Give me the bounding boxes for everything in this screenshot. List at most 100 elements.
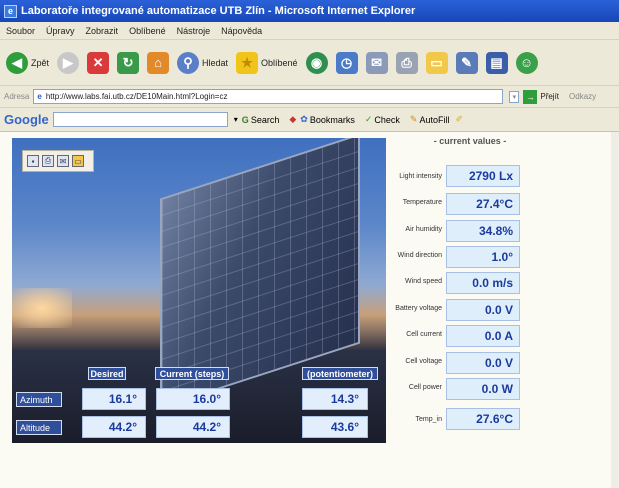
menu-favorites[interactable]: Oblíbené [129, 26, 166, 36]
azimuth-label: Azimuth [16, 392, 62, 407]
go-arrow-icon[interactable]: → [523, 89, 538, 104]
altitude-label: Altitude [16, 420, 62, 435]
forward-arrow-icon: ▶ [57, 51, 80, 74]
current-steps-header: Current (steps) [155, 367, 229, 380]
edit-icon: ✎ [455, 51, 478, 74]
home-icon: ⌂ [147, 51, 170, 74]
autofill-icon: ✎ [409, 114, 418, 124]
potentiometer-header: (potentiometer) [302, 367, 378, 380]
light-intensity-value: 2790 Lx [446, 165, 520, 187]
altitude-current-value: 44.2° [156, 416, 230, 438]
cell-power-value: 0.0 W [446, 378, 520, 400]
cell-power-label: Cell power [408, 384, 442, 391]
media-button[interactable]: ◉ [305, 51, 328, 74]
history-button[interactable]: ◷ [335, 51, 358, 74]
research-button[interactable]: ▤ [485, 51, 508, 74]
check-button[interactable]: Check [374, 115, 400, 125]
sunset-glow [12, 288, 72, 328]
wind-direction-label: Wind direction [397, 252, 442, 259]
favorites-label: Oblíbené [261, 57, 298, 68]
folder-button[interactable]: ▭ [425, 51, 448, 74]
messenger-icon: ☺ [515, 51, 538, 74]
address-url: http://www.labs.fai.utb.cz/DE10Main.html… [45, 92, 228, 101]
vertical-scrollbar[interactable] [611, 132, 619, 488]
temp-in-label: Temp_in [415, 416, 442, 423]
menu-bar: Soubor Úpravy Zobrazit Oblíbené Nástroje… [0, 22, 619, 40]
wind-speed-label: Wind speed [405, 278, 442, 285]
address-label: Adresa [4, 92, 30, 101]
azimuth-potentiometer-value: 14.3° [302, 388, 368, 410]
desired-header: Desired [88, 367, 126, 380]
folder-icon: ▭ [425, 51, 448, 74]
azimuth-current-value: 16.0° [156, 388, 230, 410]
home-button[interactable]: ⌂ [147, 51, 170, 74]
air-humidity-value: 34.8% [446, 220, 520, 242]
window-titlebar: e Laboratoře integrované automatizace UT… [0, 0, 619, 22]
messenger-button[interactable]: ☺ [515, 51, 538, 74]
save-icon[interactable]: ▪ [27, 155, 39, 167]
cell-voltage-value: 0.0 V [446, 352, 520, 374]
google-search-input[interactable] [52, 112, 228, 127]
history-icon: ◷ [335, 51, 358, 74]
menu-view[interactable]: Zobrazit [86, 26, 119, 36]
menu-tools[interactable]: Nástroje [177, 26, 211, 36]
research-icon: ▤ [485, 51, 508, 74]
current-values-title: - current values - [433, 136, 507, 146]
favorites-button[interactable]: ★ Oblíbené [236, 51, 298, 74]
back-button[interactable]: ◀ Zpět [6, 51, 50, 74]
search-icon: ⚲ [177, 51, 200, 74]
google-search-button[interactable]: Search [251, 115, 280, 125]
highlight-icon[interactable]: ✐ [455, 114, 463, 125]
menu-edit[interactable]: Úpravy [46, 26, 75, 36]
back-label: Zpět [31, 57, 50, 68]
go-button[interactable]: Přejít [540, 92, 559, 101]
stop-icon: ✕ [87, 51, 110, 74]
refresh-icon: ↻ [117, 51, 140, 74]
altitude-potentiometer-value: 43.6° [302, 416, 368, 438]
bookmarks-star-icon: ✿ [300, 114, 308, 124]
links-button[interactable]: Odkazy [569, 92, 596, 101]
print-icon[interactable]: ⎙ [42, 155, 54, 167]
ie-app-icon: e [4, 4, 17, 18]
refresh-button[interactable]: ↻ [117, 51, 140, 74]
cell-current-value: 0.0 A [446, 325, 520, 347]
battery-voltage-value: 0.0 V [446, 299, 520, 321]
temperature-value: 27.4°C [446, 193, 520, 215]
star-icon: ★ [236, 51, 259, 74]
cell-voltage-label: Cell voltage [405, 358, 442, 365]
spellcheck-icon: ✓ [364, 114, 373, 124]
temperature-label: Temperature [402, 199, 442, 206]
menu-file[interactable]: Soubor [6, 26, 35, 36]
google-toolbar: Google ▾ G Search ◆ ✿ Bookmarks ✓ Check … [0, 108, 619, 132]
google-search-icon: G [241, 114, 249, 125]
autofill-button[interactable]: AutoFill [419, 115, 449, 125]
stop-button[interactable]: ✕ [87, 51, 110, 74]
forward-button[interactable]: ▶ [57, 51, 80, 74]
print-button[interactable]: ⎙ [395, 51, 418, 74]
light-intensity-label: Light intensity [399, 173, 442, 180]
altitude-desired-value[interactable]: 44.2° [82, 416, 146, 438]
address-bar: Adresa e http://www.labs.fai.utb.cz/DE10… [0, 86, 619, 108]
bookmarks-button[interactable]: Bookmarks [310, 115, 355, 125]
address-dropdown-icon[interactable]: ▾ [509, 90, 520, 103]
photo-toolbar: ▪ ⎙ ✉ ▭ [22, 150, 94, 172]
wind-direction-value: 1.0° [446, 246, 520, 268]
mail-icon[interactable]: ✉ [57, 155, 69, 167]
page-icon: e [37, 92, 42, 101]
battery-voltage-label: Battery voltage [395, 305, 442, 312]
mail-button[interactable]: ✉ [365, 51, 388, 74]
back-arrow-icon: ◀ [6, 51, 28, 74]
mail-icon: ✉ [365, 51, 388, 74]
window-title: Laboratoře integrované automatizace UTB … [21, 5, 416, 17]
print-icon: ⎙ [395, 51, 418, 74]
menu-help[interactable]: Nápověda [221, 26, 262, 36]
edit-button[interactable]: ✎ [455, 51, 478, 74]
browser-toolbar: ◀ Zpět ▶ ✕ ↻ ⌂ ⚲ Hledat ★ Oblíbené ◉ ◷ ✉… [0, 40, 619, 86]
air-humidity-label: Air humidity [405, 226, 442, 233]
folder-icon[interactable]: ▭ [72, 155, 84, 167]
azimuth-desired-value[interactable]: 16.1° [82, 388, 146, 410]
google-dropdown-icon[interactable]: ▾ [234, 115, 238, 124]
address-input[interactable]: e http://www.labs.fai.utb.cz/DE10Main.ht… [33, 89, 504, 104]
search-label: Hledat [202, 57, 229, 68]
search-button[interactable]: ⚲ Hledat [177, 51, 229, 74]
